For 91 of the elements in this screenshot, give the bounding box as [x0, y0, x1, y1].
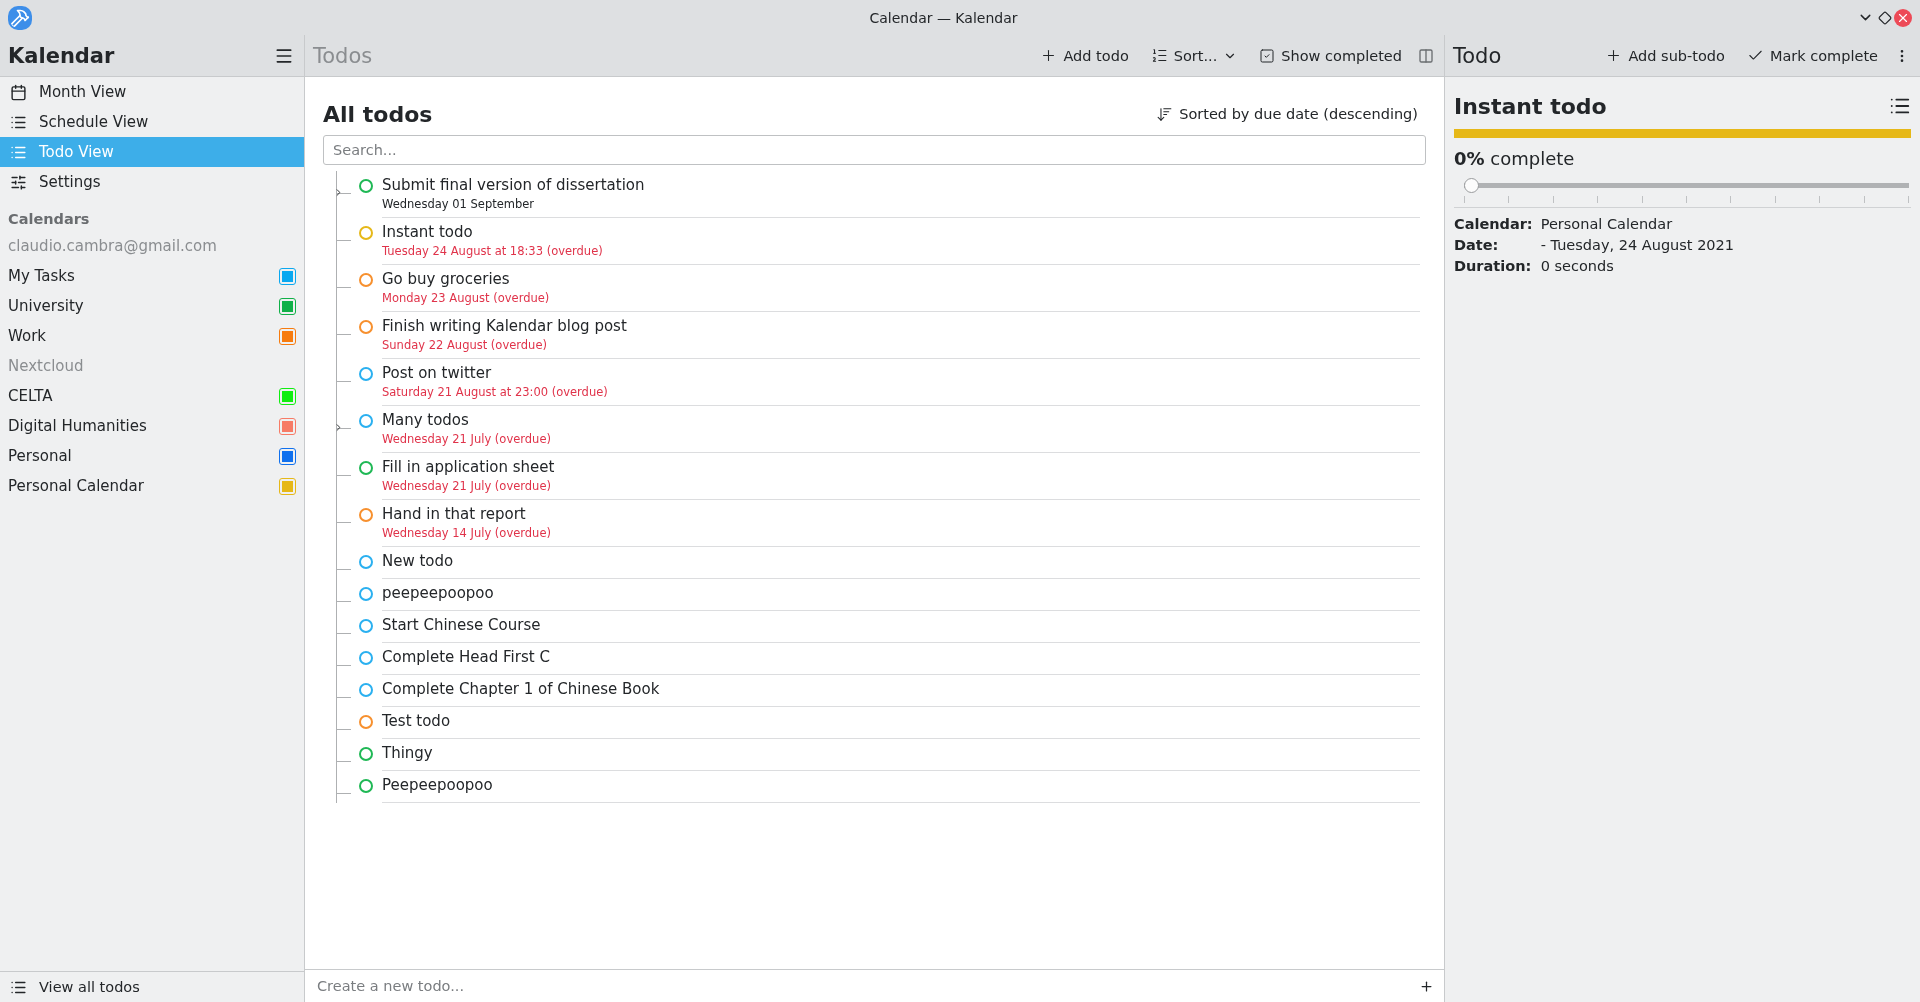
todo-checkbox[interactable]	[359, 461, 373, 475]
plus-icon	[1419, 978, 1434, 994]
sort-icon	[1156, 105, 1174, 123]
calendar-color-swatch[interactable]	[279, 477, 296, 495]
todo-title[interactable]: Go buy groceries	[382, 269, 1420, 289]
todo-checkbox[interactable]	[359, 414, 373, 428]
todo-due-date: Wednesday 21 July (overdue)	[382, 431, 552, 448]
slider-thumb[interactable]	[1464, 178, 1479, 193]
window-title: Calendar — Kalendar	[868, 9, 1019, 26]
todo-checkbox[interactable]	[359, 273, 373, 287]
toolbar-button[interactable]: Show completed	[1251, 43, 1410, 68]
field-value: Personal Calendar	[1540, 216, 1674, 232]
calendar-item[interactable]: University	[8, 297, 84, 315]
todo-due-date: Wednesday 01 September	[382, 196, 536, 213]
calendar-item[interactable]: Personal Calendar	[8, 477, 144, 495]
todo-title[interactable]: Thingy	[382, 743, 1420, 763]
list-heading: All todos	[323, 101, 433, 127]
todo-title[interactable]: Hand in that report	[382, 504, 1420, 524]
section-heading: Calendars	[7, 210, 91, 229]
todo-due-date: Wednesday 14 July (overdue)	[382, 525, 552, 542]
view-all-todos-link[interactable]: View all todos	[39, 979, 140, 995]
calendar-item[interactable]: Work	[8, 327, 46, 345]
search-field[interactable]: Search...	[323, 135, 1426, 165]
todo-checkbox[interactable]	[359, 683, 373, 697]
todo-checkbox[interactable]	[359, 779, 373, 793]
todo-title[interactable]: Post on twitter	[382, 363, 1420, 383]
field-value: - Tuesday, 24 August 2021	[1540, 237, 1736, 253]
todo-checkbox[interactable]	[359, 179, 373, 193]
completion-label: 0% complete	[1454, 148, 1576, 169]
todo-title[interactable]: Fill in application sheet	[382, 457, 1420, 477]
todo-due-date: Monday 23 August (overdue)	[382, 290, 551, 307]
todo-checkbox[interactable]	[359, 651, 373, 665]
todo-checkbox[interactable]	[359, 508, 373, 522]
todo-title[interactable]: Many todos	[382, 410, 1420, 430]
sort-indicator[interactable]: Sorted by due date (descending)	[1148, 101, 1426, 127]
panel-title: Todos	[313, 43, 374, 68]
checkbox-icon	[1259, 47, 1276, 64]
field-value: 0 seconds	[1540, 258, 1615, 274]
toolbar-button[interactable]: Add todo	[1032, 43, 1137, 68]
account-label: claudio.cambra@gmail.com	[7, 236, 218, 257]
todo-checkbox[interactable]	[359, 555, 373, 569]
todo-title[interactable]: Peepeepoopoo	[382, 775, 1420, 795]
field-label: Date:	[1454, 237, 1500, 253]
app-icon	[8, 5, 32, 30]
nav-item[interactable]: Settings	[0, 167, 304, 197]
todo-checkbox[interactable]	[359, 715, 373, 729]
todo-title[interactable]: Complete Head First C	[382, 647, 1420, 667]
panel-title: Todo	[1453, 43, 1503, 68]
account-label: Nextcloud	[7, 356, 85, 377]
calendar-color-swatch[interactable]	[279, 327, 296, 345]
calendar-icon	[10, 83, 27, 101]
todo-due-date: Wednesday 21 July (overdue)	[382, 478, 552, 495]
todo-title[interactable]: Test todo	[382, 711, 1420, 731]
calendar-color-swatch[interactable]	[279, 447, 296, 465]
field-label: Calendar:	[1454, 216, 1533, 232]
todo-checkbox[interactable]	[359, 226, 373, 240]
todo-title[interactable]: Instant todo	[382, 222, 1420, 242]
diamond-icon	[1878, 10, 1892, 25]
nav-item[interactable]: Month View	[0, 77, 304, 107]
todo-checkbox[interactable]	[359, 320, 373, 334]
todo-title[interactable]: peepeepoopoo	[382, 583, 1420, 603]
todo-title[interactable]: Submit final version of dissertation	[382, 175, 1420, 195]
todo-detail-title: Instant todo	[1454, 93, 1607, 119]
calendar-item[interactable]: Digital Humanities	[8, 417, 147, 435]
todo-due-date: Sunday 22 August (overdue)	[382, 337, 548, 354]
settings-icon	[10, 173, 27, 191]
calendar-color-swatch[interactable]	[279, 267, 296, 285]
todo-checkbox[interactable]	[359, 367, 373, 381]
calendar-item[interactable]: My Tasks	[8, 267, 75, 285]
todo-title[interactable]: New todo	[382, 551, 1420, 571]
calendar-color-swatch[interactable]	[279, 297, 296, 315]
toolbar-button[interactable]: Add sub-todo	[1597, 43, 1733, 68]
calendar-item[interactable]: CELTA	[8, 387, 53, 405]
toolbar-button[interactable]: Sort...	[1142, 43, 1246, 68]
todo-title[interactable]: Complete Chapter 1 of Chinese Book	[382, 679, 1420, 699]
todo-due-date: Saturday 21 August at 23:00 (overdue)	[382, 384, 609, 401]
close-button[interactable]	[1894, 8, 1912, 27]
todo-due-date: Tuesday 24 August at 18:33 (overdue)	[382, 243, 604, 260]
columns-icon	[1418, 47, 1434, 64]
todo-checkbox[interactable]	[359, 619, 373, 633]
todo-title[interactable]: Start Chinese Course	[382, 615, 1420, 635]
todo-title[interactable]: Finish writing Kalendar blog post	[382, 316, 1420, 336]
calendar-item[interactable]: Personal	[8, 447, 72, 465]
nav-item[interactable]: Schedule View	[0, 107, 304, 137]
calendar-color-swatch[interactable]	[279, 417, 296, 435]
todo-checkbox[interactable]	[359, 587, 373, 601]
sort-icon	[1150, 47, 1168, 64]
toolbar-button[interactable]: Mark complete	[1738, 43, 1886, 68]
todo-checkbox[interactable]	[359, 747, 373, 761]
app-title: Kalendar	[8, 43, 116, 68]
field-label: Duration:	[1454, 258, 1533, 274]
